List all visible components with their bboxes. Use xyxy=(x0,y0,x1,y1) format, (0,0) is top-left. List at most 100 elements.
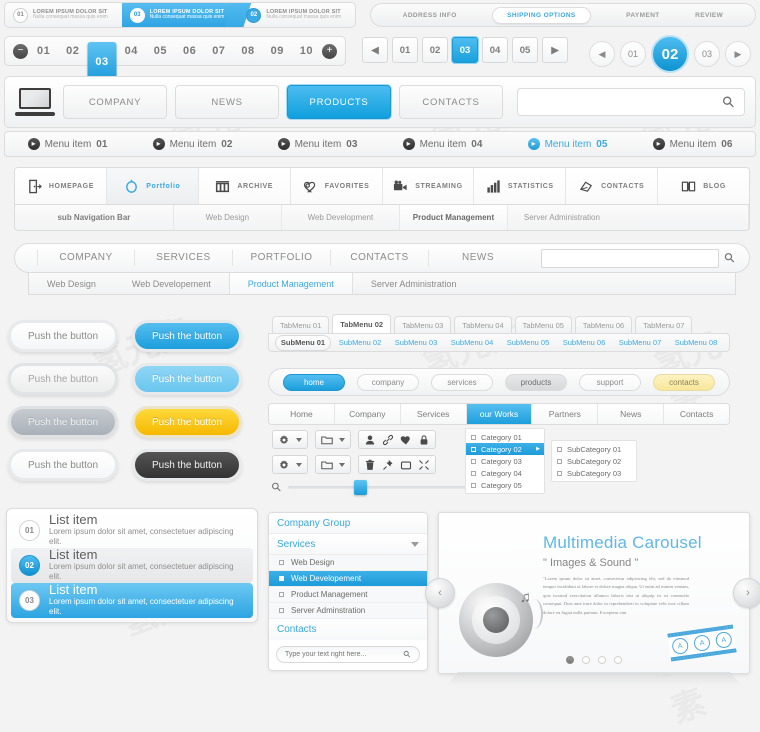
push-button-white-2[interactable]: Push the button xyxy=(8,449,118,481)
block-our-works[interactable]: our Works xyxy=(466,404,533,424)
checkout-step-payment[interactable]: PAYMENT xyxy=(626,12,660,19)
push-button-dark[interactable]: Push the button xyxy=(132,449,242,481)
window-icon[interactable] xyxy=(400,459,412,471)
tab-06[interactable]: TabMenu 06 xyxy=(574,316,633,333)
square-page-05[interactable]: 05 xyxy=(512,37,538,63)
accordion-header-contacts[interactable]: Contacts xyxy=(269,619,427,640)
pin-icon[interactable] xyxy=(382,459,394,471)
circle-page-03[interactable]: 03 xyxy=(694,41,720,67)
search-icon[interactable]: ⚲ xyxy=(718,92,739,112)
subnav-product-management[interactable]: Product Management xyxy=(399,205,508,230)
triangle-right-icon[interactable]: ▶ xyxy=(542,37,568,63)
square-page-02[interactable]: 02 xyxy=(422,37,448,63)
search-input[interactable] xyxy=(528,96,723,108)
chevron-down-icon[interactable] xyxy=(296,462,302,467)
nav-button-products[interactable]: PRODUCTS xyxy=(287,85,391,119)
menu-item-04[interactable]: ▸ Menu item 04 xyxy=(402,138,482,150)
triangle-left-icon[interactable]: ◀ xyxy=(362,37,388,63)
nav2-search-input[interactable] xyxy=(541,248,720,268)
icon-nav-homepage[interactable]: HOMEPAGE xyxy=(15,168,107,204)
chevron-down-icon[interactable] xyxy=(339,437,345,442)
menu-item-06[interactable]: ▸ Menu item 06 xyxy=(652,138,732,150)
plus-icon[interactable]: + xyxy=(322,43,338,59)
page-01[interactable]: 01 xyxy=(30,45,57,57)
gear-dropdown-1[interactable] xyxy=(272,430,308,449)
icon-nav-blog[interactable]: BLOG xyxy=(658,168,749,204)
accordion-search-box[interactable]: ⚲ xyxy=(276,646,420,663)
page-02[interactable]: 02 xyxy=(59,45,86,57)
triangle-right-icon[interactable]: ▶ xyxy=(725,41,751,67)
folder-dropdown-2[interactable] xyxy=(315,455,351,474)
page-05[interactable]: 05 xyxy=(147,45,174,57)
nav-button-contacts[interactable]: CONTACTS xyxy=(399,85,503,119)
page-06[interactable]: 06 xyxy=(176,45,203,57)
lock-icon[interactable] xyxy=(418,434,430,446)
accordion-item-web-development[interactable]: Web Developement xyxy=(269,571,427,587)
chevron-down-icon[interactable] xyxy=(296,437,302,442)
nav2-sub-web-development[interactable]: Web Developement xyxy=(114,273,229,294)
carousel-dot-3[interactable] xyxy=(598,656,606,664)
nav-button-news[interactable]: NEWS xyxy=(175,85,279,119)
gear-dropdown-2[interactable] xyxy=(272,455,308,474)
push-button-white[interactable]: Push the button xyxy=(8,320,118,352)
submenu-02[interactable]: SubMenu 02 xyxy=(333,338,387,347)
checkout-step-review[interactable]: REVIEW xyxy=(695,12,723,19)
checkout-step-address[interactable]: ADDRESS INFO xyxy=(403,12,457,19)
icon-nav-favorites[interactable]: FAVORITES xyxy=(290,168,383,204)
push-button-yellow[interactable]: Push the button xyxy=(132,406,242,438)
block-news[interactable]: News xyxy=(598,404,665,424)
accordion-header-services[interactable]: Services xyxy=(269,534,427,555)
list-item[interactable]: 02 List item Lorem ipsum dolor sit amet,… xyxy=(11,548,253,583)
pill-company[interactable]: company xyxy=(357,373,419,391)
search-icon[interactable]: ⚲ xyxy=(401,648,413,660)
tab-02[interactable]: TabMenu 02 xyxy=(332,314,392,333)
nav-button-company[interactable]: COMPANY xyxy=(63,85,167,119)
slider-track[interactable] xyxy=(287,479,472,495)
nav2-news[interactable]: NEWS xyxy=(429,250,527,266)
carousel-dot-1[interactable] xyxy=(566,656,574,664)
chevron-down-icon[interactable] xyxy=(339,462,345,467)
subnav-web-design[interactable]: Web Design xyxy=(174,205,282,230)
icon-nav-streaming[interactable]: STREAMING xyxy=(382,168,475,204)
subcategory-01[interactable]: SubCategory 01 xyxy=(552,443,636,455)
nav2-company[interactable]: COMPANY xyxy=(37,250,135,266)
page-08[interactable]: 08 xyxy=(234,45,261,57)
icon-nav-archive[interactable]: ARCHIVE xyxy=(198,168,291,204)
square-page-04[interactable]: 04 xyxy=(482,37,508,63)
subnav-server-administration[interactable]: Server Administration xyxy=(508,205,749,230)
checkout-step-shipping[interactable]: SHIPPING OPTIONS xyxy=(492,6,591,24)
trash-icon[interactable] xyxy=(364,459,376,471)
push-button-light-gray[interactable]: Push the button xyxy=(8,363,118,395)
category-03[interactable]: Category 03 xyxy=(466,455,544,467)
menu-item-01[interactable]: ▸ Menu item 01 xyxy=(27,138,107,150)
pill-services[interactable]: services xyxy=(431,373,493,391)
block-contacts[interactable]: Contacts xyxy=(664,404,729,424)
block-partners[interactable]: Partners xyxy=(532,404,599,424)
accordion-item-web-design[interactable]: Web Design xyxy=(269,555,427,571)
push-button-blue[interactable]: Push the button xyxy=(132,320,242,352)
category-04[interactable]: Category 04 xyxy=(466,467,544,479)
carousel-prev-button[interactable]: ‹ xyxy=(425,578,455,608)
list-item[interactable]: 01 List item Lorem ipsum dolor sit amet,… xyxy=(11,513,253,548)
icon-nav-portfolio[interactable]: Portfolio xyxy=(106,168,199,204)
minus-icon[interactable]: − xyxy=(13,43,28,59)
pill-contacts[interactable]: contacts xyxy=(653,373,715,391)
carousel-next-button[interactable]: › xyxy=(733,578,760,608)
expand-icon[interactable] xyxy=(418,459,430,471)
category-02[interactable]: Category 02 xyxy=(466,443,544,455)
nav2-sub-product-management[interactable]: Product Management xyxy=(228,273,353,294)
chevron-down-icon[interactable] xyxy=(411,541,419,547)
subcategory-03[interactable]: SubCategory 03 xyxy=(552,467,636,479)
zoom-out-icon[interactable]: ⚲ xyxy=(268,479,284,495)
zoom-slider[interactable]: ⚲ ⚲ xyxy=(268,479,490,495)
block-services[interactable]: Services xyxy=(400,404,467,424)
subcategory-02[interactable]: SubCategory 02 xyxy=(552,455,636,467)
tab-05[interactable]: TabMenu 05 xyxy=(514,316,572,333)
carousel-dot-4[interactable] xyxy=(614,656,622,664)
slider-thumb[interactable] xyxy=(353,479,367,495)
link-icon[interactable] xyxy=(382,434,394,446)
push-button-light-blue[interactable]: Push the button xyxy=(132,363,242,395)
triangle-left-icon[interactable]: ◀ xyxy=(589,41,615,67)
menu-item-05[interactable]: ▸ Menu item 05 xyxy=(527,138,607,150)
page-07[interactable]: 07 xyxy=(205,45,232,57)
